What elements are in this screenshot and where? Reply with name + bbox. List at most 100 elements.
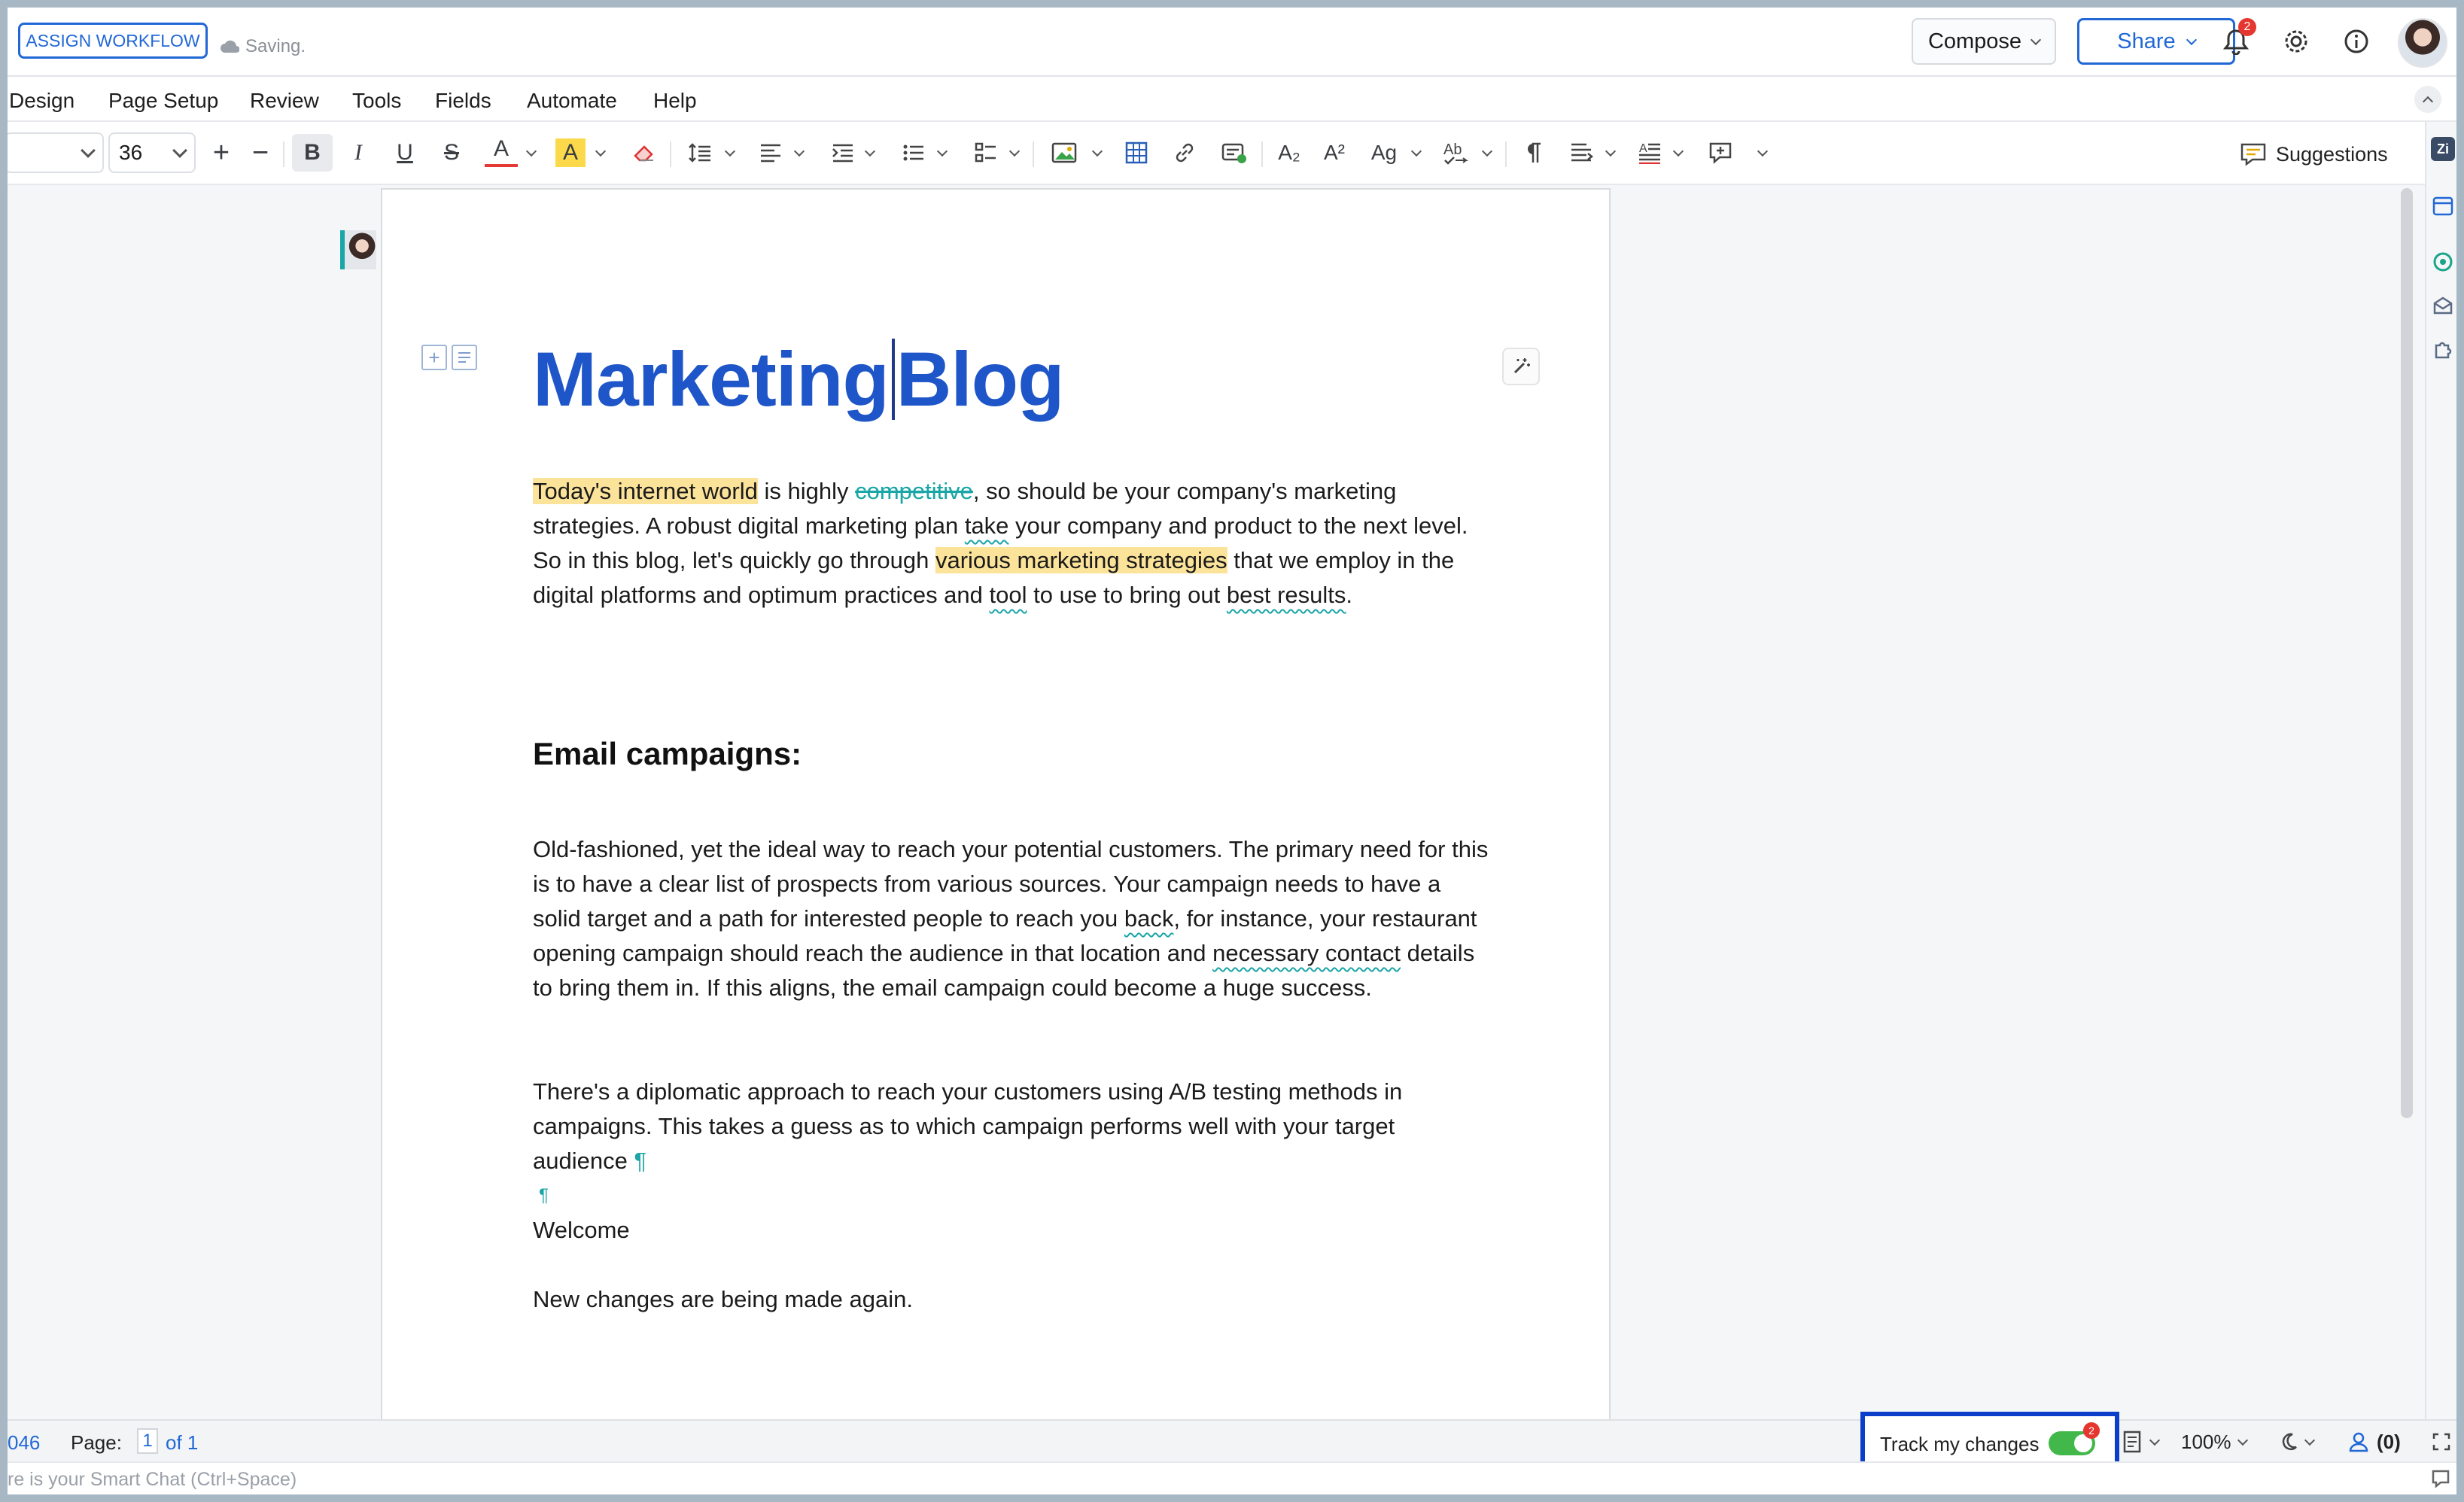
collaborator-avatar[interactable] [340,230,376,269]
spell-check-icon[interactable]: Ab [1437,134,1474,172]
styles-icon[interactable]: A [1633,134,1666,172]
view-mode-button[interactable] [2122,1428,2161,1455]
grammar-suggestion[interactable]: take [965,512,1009,539]
chat-icon[interactable] [2431,1469,2450,1488]
collaborators-button[interactable]: (0) [2348,1428,2401,1455]
italic-button[interactable]: I [342,134,375,172]
track-changes-label: Track my changes [1880,1433,2040,1455]
paragraph-text: . [1346,582,1353,608]
comment-icon[interactable] [1704,134,1737,172]
insert-image-dropdown[interactable] [1088,134,1106,172]
zia-icon[interactable]: Zi [2431,137,2455,161]
grammar-suggestion[interactable]: best results [1227,582,1346,608]
word-count[interactable]: 046 [8,1431,40,1455]
extensions-icon[interactable] [2431,337,2455,361]
highlighted-text: various marketing strategies [935,547,1227,573]
menu-design[interactable]: Design [9,89,75,113]
page-number-input[interactable]: 1 [137,1428,158,1454]
styles-dropdown[interactable] [1669,134,1687,172]
subscript-button[interactable]: A₂ [1272,134,1307,172]
text-direction-icon[interactable] [1565,134,1599,172]
indent-icon[interactable] [826,134,859,172]
menu-page-setup[interactable]: Page Setup [108,89,218,113]
menu-tools[interactable]: Tools [352,89,401,113]
smart-chat-input[interactable]: re is your Smart Chat (Ctrl+Space) [8,1469,297,1491]
chevron-down-icon [1757,145,1769,157]
highlight-dropdown[interactable] [592,134,610,172]
increase-font-size-button[interactable]: + [206,134,236,172]
intro-paragraph[interactable]: Today's internet world is highly competi… [533,474,1489,613]
line-spacing-dropdown[interactable] [721,134,739,172]
mail-icon[interactable] [2431,293,2455,318]
pilcrow-icon[interactable] [1517,134,1550,172]
insert-field-icon[interactable] [1216,134,1252,172]
page-view-icon [2122,1431,2143,1453]
highlight-button[interactable]: A [555,138,586,167]
ab-testing-paragraph[interactable]: There's a diplomatic approach to reach y… [533,1075,1489,1178]
bullet-list-icon[interactable] [897,134,930,172]
insert-image-icon[interactable] [1046,134,1082,172]
superscript-button[interactable]: A² [1317,134,1352,172]
vertical-scrollbar[interactable] [2401,188,2413,1118]
font-color-dropdown[interactable] [522,134,540,172]
line-spacing-icon[interactable] [683,134,716,172]
indent-dropdown[interactable] [861,134,879,172]
font-size-select[interactable]: 36 [108,132,196,173]
chevron-down-icon [1410,145,1422,157]
menu-automate[interactable]: Automate [527,89,617,113]
strikethrough-button[interactable]: S [435,134,468,172]
add-block-icon[interactable]: + [421,345,447,370]
panel-icon[interactable] [2431,194,2455,218]
ai-assistant-icon[interactable] [2431,250,2455,274]
grammar-suggestion[interactable]: tool [990,582,1027,608]
formatting-toolbar: 36 + − B I U S A A A₂ A² Ag Ab A Suggest… [8,122,2456,185]
paragraph-text: There's a diplomatic approach to reach y… [533,1078,1403,1174]
empty-paragraph[interactable]: ¶ [539,1178,1495,1213]
change-case-button[interactable]: Ag [1365,134,1403,172]
welcome-paragraph[interactable]: Welcome [533,1213,1489,1248]
tracked-deletion: competitive [855,478,973,504]
new-changes-paragraph[interactable]: New changes are being made again. [533,1282,1489,1317]
section-heading[interactable]: Email campaigns: [533,736,802,772]
underline-button[interactable]: U [388,134,421,172]
fullscreen-icon[interactable] [2432,1428,2450,1455]
dark-mode-button[interactable] [2279,1428,2316,1455]
bell-icon[interactable]: 2 [2219,18,2256,59]
compose-button[interactable]: Compose [1912,18,2056,65]
block-format-icon[interactable] [452,345,477,370]
font-color-button[interactable]: A [485,134,518,167]
table-icon[interactable] [1120,134,1153,172]
compose-label: Compose [1927,29,2022,53]
bold-button[interactable]: B [292,134,333,172]
menu-help[interactable]: Help [653,89,697,113]
collapse-menu-button[interactable] [2414,86,2441,113]
magic-wand-icon[interactable] [1502,348,1540,385]
right-side-rail: Zi [2425,122,2456,1427]
link-icon[interactable] [1168,134,1201,172]
eraser-icon[interactable] [628,134,661,172]
gear-icon[interactable] [2279,24,2313,59]
comment-dropdown[interactable] [1754,134,1772,172]
change-case-dropdown[interactable] [1407,134,1425,172]
decrease-font-size-button[interactable]: − [245,134,275,172]
assign-workflow-button[interactable]: ASSIGN WORKFLOW [18,23,208,59]
font-family-select[interactable] [8,132,104,173]
zoom-select[interactable]: 100% [2181,1428,2248,1455]
align-left-icon[interactable] [754,134,787,172]
user-avatar[interactable] [2398,18,2447,68]
checklist-icon[interactable] [969,134,1002,172]
spell-check-dropdown[interactable] [1478,134,1496,172]
checklist-dropdown[interactable] [1005,134,1024,172]
document-title[interactable]: MarketingBlog [533,336,1064,426]
menu-review[interactable]: Review [250,89,319,113]
align-dropdown[interactable] [790,134,808,172]
email-paragraph[interactable]: Old-fashioned, yet the ideal way to reac… [533,832,1489,1005]
text-direction-dropdown[interactable] [1602,134,1620,172]
menu-fields[interactable]: Fields [435,89,491,113]
grammar-suggestion[interactable]: back [1124,905,1173,932]
bullet-list-dropdown[interactable] [933,134,951,172]
share-button[interactable]: Share [2077,18,2235,65]
info-icon[interactable] [2339,24,2374,59]
grammar-suggestion[interactable]: necessary contact [1212,940,1401,966]
suggestions-button[interactable]: Suggestions [2240,135,2388,173]
